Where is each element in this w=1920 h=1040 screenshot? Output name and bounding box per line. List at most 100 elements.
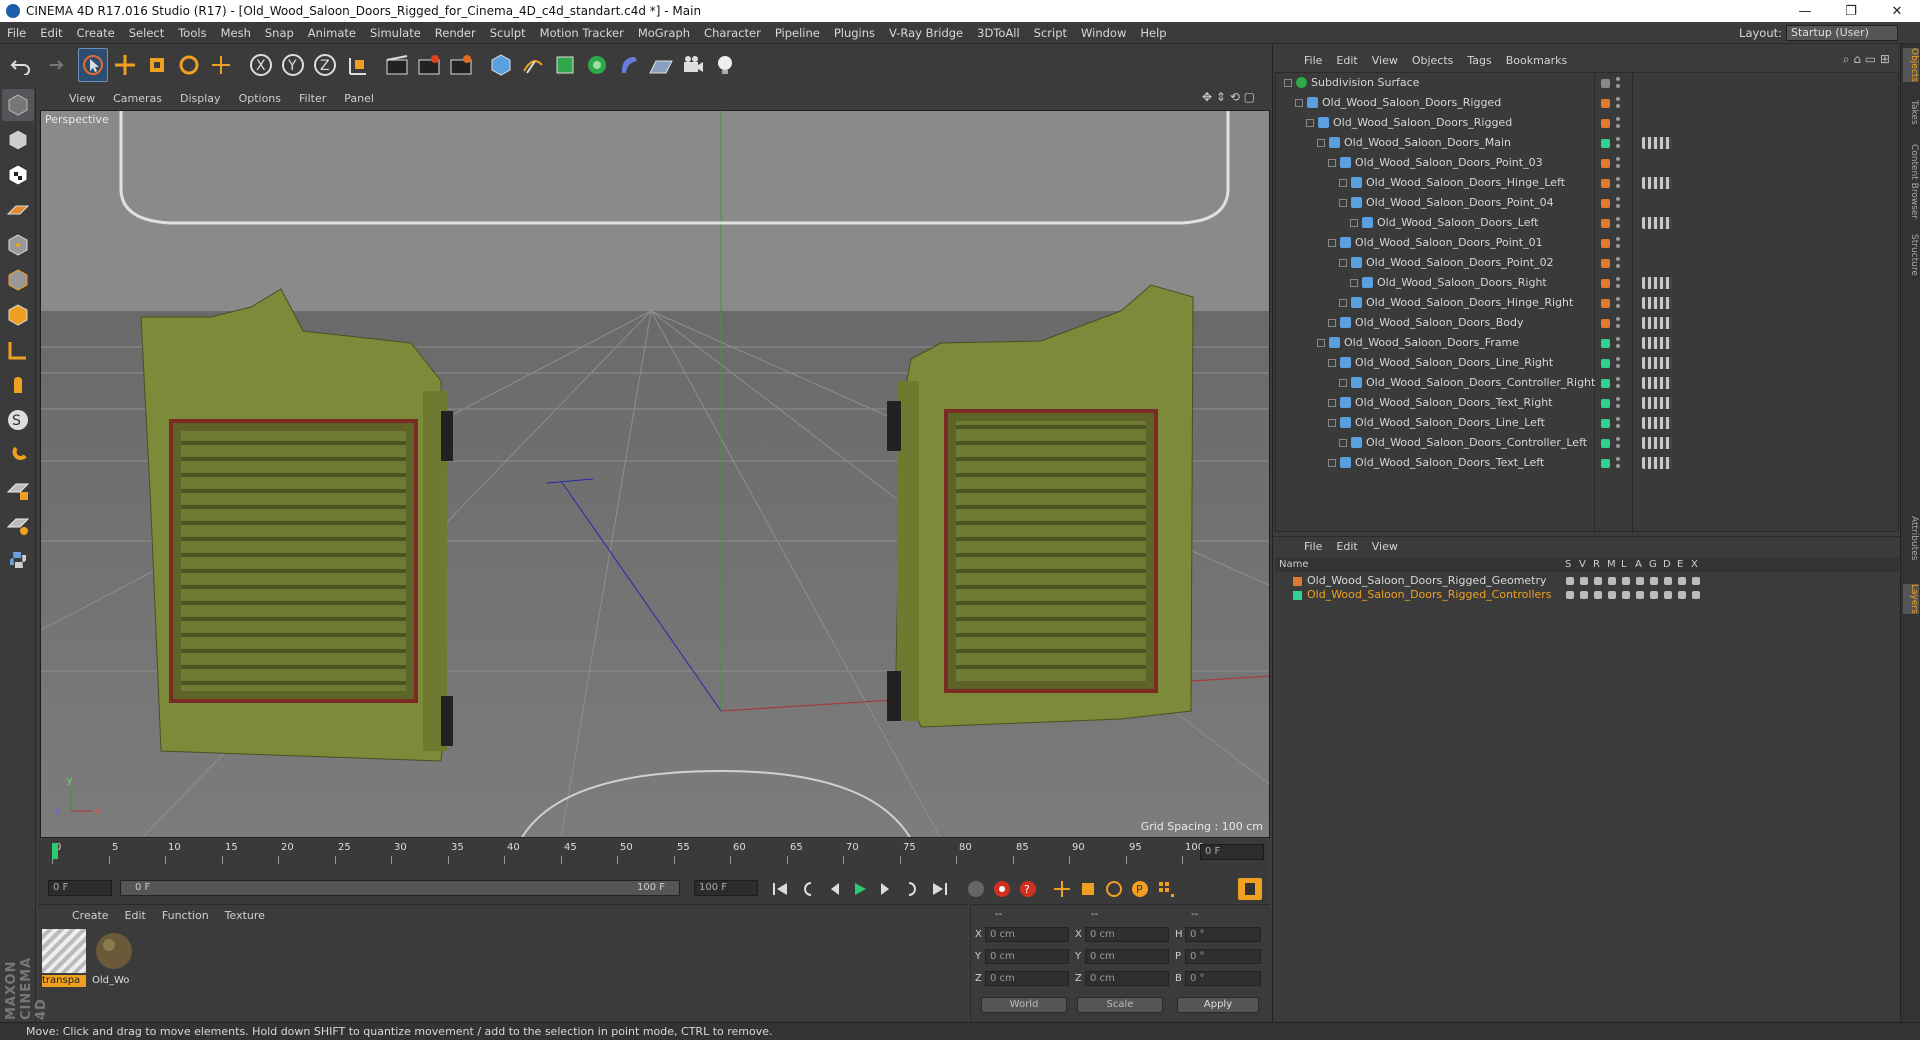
material-menu-edit[interactable]: Edit [117,909,154,922]
layer-flag-icon[interactable] [1594,591,1602,599]
z-axis-icon[interactable]: Z [310,48,340,82]
menu-item-pipeline[interactable]: Pipeline [768,26,827,40]
polygons-mode-icon[interactable] [2,299,34,331]
side-tab-attributes[interactable]: Attributes [1903,516,1919,560]
object-name[interactable]: Old_Wood_Saloon_Doors_Line_Left [1355,413,1545,433]
object-name[interactable]: Old_Wood_Saloon_Doors_Rigged [1322,93,1501,113]
layer-flag-icon[interactable] [1636,577,1644,585]
object-row[interactable]: Old_Wood_Saloon_Doors_Line_Left [1276,413,1898,433]
menu-item-help[interactable]: Help [1133,26,1173,40]
layer-menu-file[interactable]: File [1297,540,1329,553]
expand-toggle-icon[interactable] [1339,439,1347,447]
side-tab-objects[interactable]: Objects [1903,48,1919,83]
object-name[interactable]: Old_Wood_Saloon_Doors_Right [1377,273,1547,293]
object-tags-icon[interactable] [1642,277,1672,289]
camera-icon[interactable] [678,48,708,82]
material-label[interactable]: Old_Wo [92,975,136,987]
object-name[interactable]: Old_Wood_Saloon_Doors_Line_Right [1355,353,1553,373]
object-row[interactable]: Subdivision Surface [1276,73,1898,93]
visibility-dots-icon[interactable] [1616,237,1620,249]
layer-flag-icon[interactable] [1580,577,1588,585]
object-row[interactable]: Old_Wood_Saloon_Doors_Left [1276,213,1898,233]
object-tags-icon[interactable] [1642,297,1672,309]
visibility-dots-icon[interactable] [1616,197,1620,209]
visibility-dots-icon[interactable] [1616,137,1620,149]
key-position-icon[interactable] [1050,878,1074,900]
layer-row[interactable]: Old_Wood_Saloon_Doors_Rigged_Controllers [1275,588,1899,602]
object-name[interactable]: Old_Wood_Saloon_Doors_Controller_Left [1366,433,1587,453]
object-row[interactable]: Old_Wood_Saloon_Doors_Frame [1276,333,1898,353]
perspective-viewport[interactable]: y x z Perspective Grid Spacing : 100 cm [40,110,1270,838]
object-tags-icon[interactable] [1642,337,1672,349]
record-disabled-icon[interactable] [964,878,988,900]
snapping-icon[interactable]: S [2,404,34,436]
size-field[interactable]: 0 cm [1085,927,1169,942]
layer-flag-icon[interactable] [1678,591,1686,599]
object-row[interactable]: Old_Wood_Saloon_Doors_Text_Left [1276,453,1898,473]
object-name[interactable]: Old_Wood_Saloon_Doors_Body [1355,313,1524,333]
material-wood-thumbnail[interactable] [92,929,136,973]
menu-item-mograph[interactable]: MoGraph [631,26,697,40]
layout-select[interactable]: Startup (User) [1786,25,1898,41]
rotation-field[interactable]: 0 ° [1185,927,1261,942]
expand-toggle-icon[interactable] [1328,359,1336,367]
render-view-icon[interactable] [382,48,412,82]
auto-key-icon[interactable]: ? [1016,878,1040,900]
model-mode-icon[interactable] [2,124,34,156]
visibility-dots-icon[interactable] [1616,157,1620,169]
object-tags-icon[interactable] [1642,437,1672,449]
object-row[interactable]: Old_Wood_Saloon_Doors_Body [1276,313,1898,333]
menu-item-3dtoall[interactable]: 3DToAll [970,26,1027,40]
object-name[interactable]: Old_Wood_Saloon_Doors_Hinge_Left [1366,173,1565,193]
menu-item-file[interactable]: File [0,26,33,40]
layer-flag-icon[interactable] [1608,591,1616,599]
object-name[interactable]: Old_Wood_Saloon_Doors_Text_Right [1355,393,1552,413]
coordinate-space-select[interactable]: World [981,997,1067,1013]
viewport-menu-panel[interactable]: Panel [335,92,383,105]
playhead[interactable] [52,843,58,859]
layer-flag-icon[interactable] [1580,591,1588,599]
visibility-dots-icon[interactable] [1616,277,1620,289]
object-row[interactable]: Old_Wood_Saloon_Doors_Point_04 [1276,193,1898,213]
next-frame-icon[interactable] [874,878,898,900]
python-icon[interactable] [2,544,34,576]
start-frame-field[interactable]: 0 F [48,880,112,896]
coordinate-system-icon[interactable] [342,48,372,82]
move-icon[interactable] [110,48,140,82]
expand-toggle-icon[interactable] [1284,79,1292,87]
expand-toggle-icon[interactable] [1328,159,1336,167]
object-name[interactable]: Old_Wood_Saloon_Doors_Hinge_Right [1366,293,1573,313]
menu-item-window[interactable]: Window [1074,26,1133,40]
locked-workplane-icon[interactable] [2,474,34,506]
undo-icon[interactable] [6,48,36,82]
edges-mode-icon[interactable] [2,264,34,296]
layer-flag-icon[interactable] [1608,577,1616,585]
current-frame-field[interactable]: 0 F [1200,844,1264,860]
object-tags-icon[interactable] [1642,317,1672,329]
pen-spline-icon[interactable] [518,48,548,82]
redo-icon[interactable] [38,48,68,82]
layer-flag-icon[interactable] [1566,577,1574,585]
layer-flag-icon[interactable] [1622,577,1630,585]
previous-key-icon[interactable] [796,878,820,900]
object-row[interactable]: Old_Wood_Saloon_Doors_Text_Right [1276,393,1898,413]
material-transparent-thumbnail[interactable] [42,929,86,973]
texture-mode-icon[interactable] [2,159,34,191]
record-icon[interactable] [990,878,1014,900]
layer-menu-edit[interactable]: Edit [1329,540,1364,553]
layer-flag-icon[interactable] [1650,591,1658,599]
expand-toggle-icon[interactable] [1328,459,1336,467]
planar-workplane-icon[interactable] [2,509,34,541]
object-tags-icon[interactable] [1642,417,1672,429]
expand-toggle-icon[interactable] [1306,119,1314,127]
object-name[interactable]: Old_Wood_Saloon_Doors_Rigged [1333,113,1512,133]
key-parameter-icon[interactable]: P [1128,878,1152,900]
object-name[interactable]: Old_Wood_Saloon_Doors_Point_01 [1355,233,1543,253]
magnet-icon[interactable] [2,439,34,471]
menu-item-tools[interactable]: Tools [171,26,213,40]
rotate-icon[interactable] [174,48,204,82]
expand-toggle-icon[interactable] [1339,179,1347,187]
scale-icon[interactable] [142,48,172,82]
viewport-menu-cameras[interactable]: Cameras [104,92,171,105]
visibility-dots-icon[interactable] [1616,417,1620,429]
